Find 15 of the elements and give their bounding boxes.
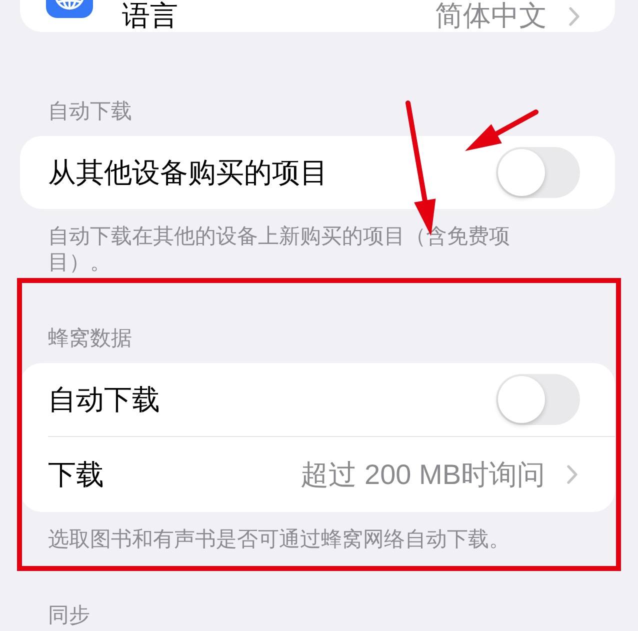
section-header: 自动下载 [47, 99, 133, 125]
section-footer: 自动下载在其他的设备上新购买的项目（含免费项目）。 [20, 209, 536, 276]
setting-label: 从其他设备购买的项目 [48, 158, 328, 186]
chevron-icon [567, 465, 578, 484]
setting-label[interactable]: 语言 [122, 2, 178, 30]
toggle-switch[interactable] [496, 374, 580, 425]
section-header: 同步 [47, 603, 91, 629]
setting-value: 超过 200 MB时询问 [300, 460, 545, 488]
section-header: 蜂窝数据 [47, 326, 133, 352]
setting-label: 自动下载 [48, 386, 160, 414]
chevron-icon [569, 6, 580, 26]
section-footer: 选取图书和有声书是否可通过蜂窝网络自动下载。 [20, 512, 536, 553]
toggle-switch[interactable] [496, 147, 580, 198]
setting-value: 简体中文 [435, 2, 547, 30]
setting-label[interactable]: 下载 [48, 460, 104, 488]
